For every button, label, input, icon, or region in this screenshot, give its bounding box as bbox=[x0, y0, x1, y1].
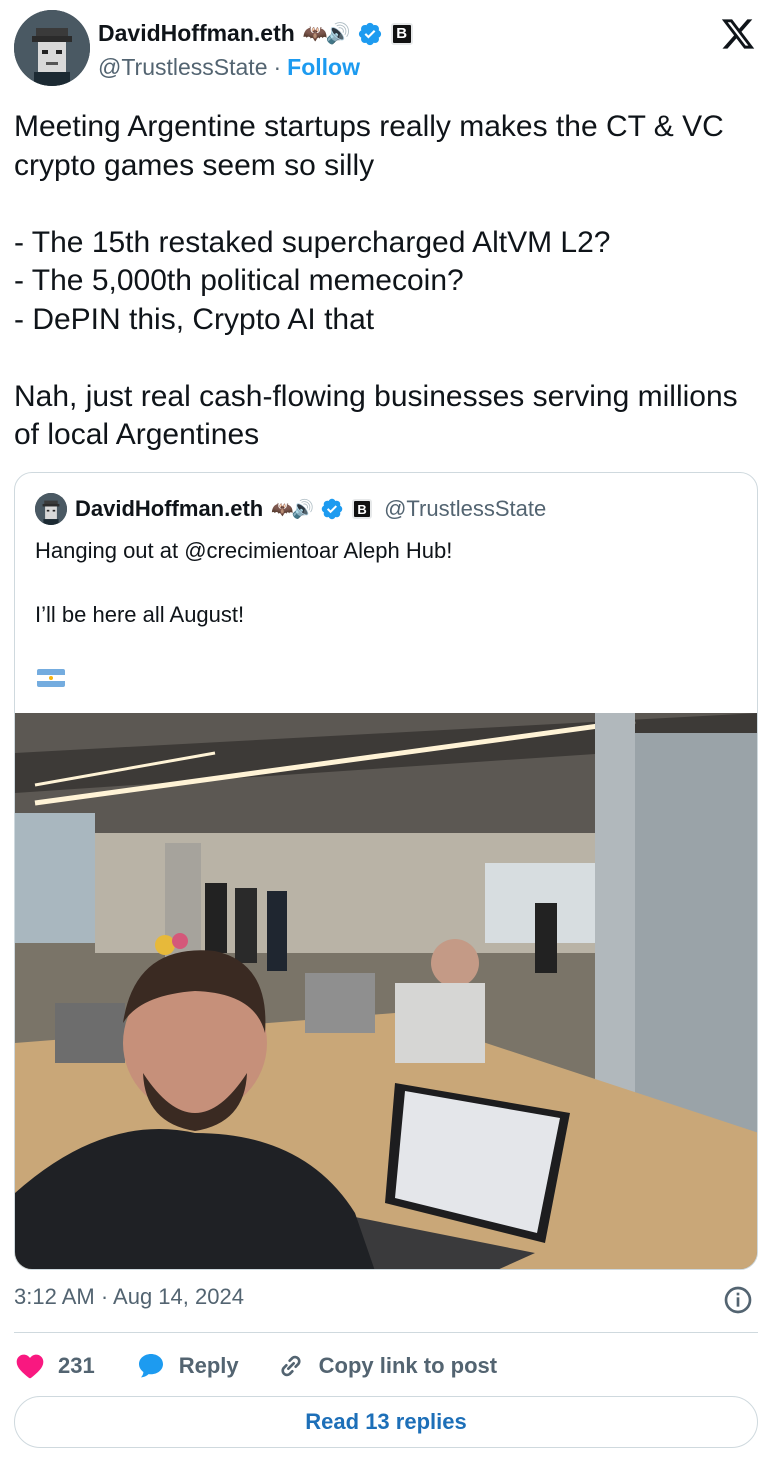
quote-avatar-image bbox=[35, 493, 67, 525]
quote-affiliate-badge-icon: B bbox=[352, 499, 373, 519]
handle-separator: · bbox=[273, 54, 282, 80]
quote-verified-badge-icon bbox=[321, 498, 343, 520]
coworking-selfie-image bbox=[15, 713, 757, 1269]
reply-label: Reply bbox=[178, 1353, 239, 1378]
quote-bat-speaker-emoji: 🦇🔊 bbox=[271, 498, 314, 519]
bat-speaker-emoji: 🦇🔊 bbox=[302, 23, 351, 45]
reply-button[interactable]: Reply bbox=[135, 1350, 239, 1382]
like-button[interactable]: 231 bbox=[14, 1350, 95, 1382]
author-avatar[interactable] bbox=[14, 10, 90, 86]
info-icon[interactable] bbox=[722, 1284, 754, 1316]
heart-icon bbox=[16, 1354, 44, 1379]
tweet-timestamp[interactable]: 3:12 AM · Aug 14, 2024 bbox=[14, 1284, 244, 1310]
tweet-text: Meeting Argentine startups really makes … bbox=[14, 110, 738, 451]
quote-author-handle: @TrustlessState bbox=[384, 496, 547, 521]
divider bbox=[14, 1332, 758, 1333]
quote-text: Hanging out at @crecimientoar Aleph Hub!… bbox=[35, 538, 453, 627]
quote-author-name: DavidHoffman.eth bbox=[75, 496, 264, 521]
action-bar: 231 Reply Copy link to post bbox=[14, 1344, 497, 1388]
argentina-flag-icon bbox=[37, 669, 65, 687]
x-logo-icon[interactable] bbox=[720, 16, 756, 52]
reply-bubble-icon bbox=[138, 1354, 163, 1378]
verified-badge-icon bbox=[358, 22, 381, 45]
avatar-image bbox=[14, 10, 90, 86]
copy-link-label: Copy link to post bbox=[318, 1353, 498, 1378]
quoted-tweet[interactable]: DavidHoffman.eth 🦇🔊 B @TrustlessState Ha… bbox=[14, 472, 758, 1270]
like-count: 231 bbox=[58, 1353, 95, 1378]
author-handle[interactable]: @TrustlessState bbox=[98, 54, 268, 81]
affiliate-badge-icon: B bbox=[390, 22, 413, 45]
follow-link[interactable]: Follow bbox=[287, 54, 360, 81]
quote-author-avatar bbox=[35, 493, 67, 525]
copy-link-button[interactable]: Copy link to post bbox=[275, 1350, 497, 1382]
link-icon bbox=[281, 1355, 301, 1377]
tweet-header: DavidHoffman.eth 🦇🔊 B @TrustlessState · … bbox=[14, 10, 762, 90]
read-replies-button[interactable]: Read 13 replies bbox=[14, 1396, 758, 1448]
quote-photo[interactable] bbox=[15, 713, 757, 1269]
author-name[interactable]: DavidHoffman.eth bbox=[98, 20, 295, 47]
